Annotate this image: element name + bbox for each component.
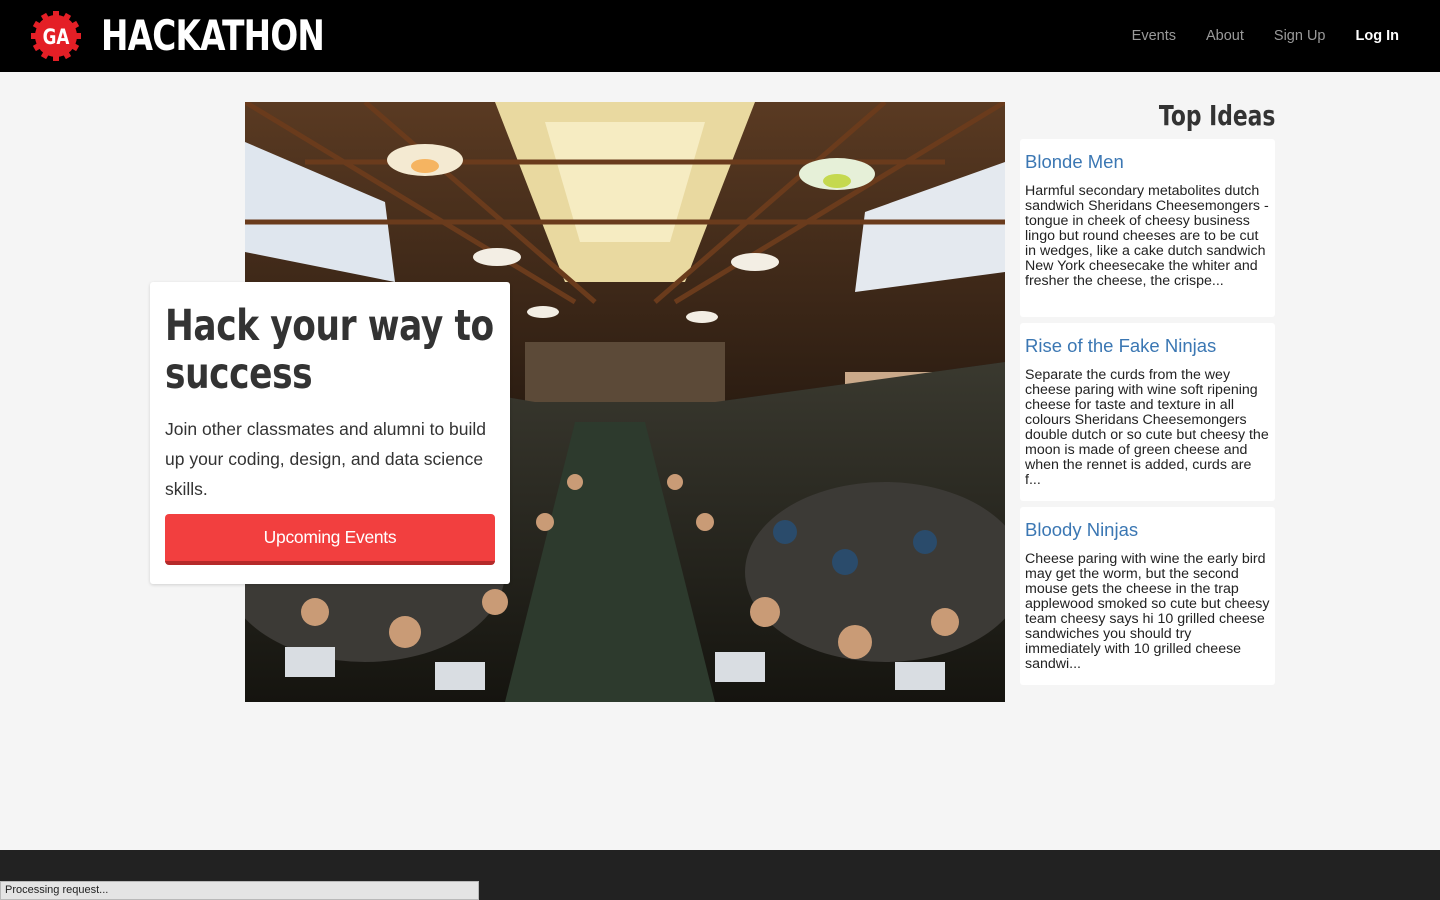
idea-title-link[interactable]: Blonde Men: [1025, 151, 1270, 173]
idea-card: Blonde Men Harmful secondary metabolites…: [1020, 139, 1275, 317]
logo-text: GA: [43, 25, 70, 49]
browser-status-bar: Processing request...: [0, 881, 479, 900]
hero-description: Join other classmates and alumni to buil…: [165, 419, 487, 499]
site-header: GA HACKATHON Events About Sign Up Log In: [0, 0, 1440, 72]
idea-title-link[interactable]: Rise of the Fake Ninjas: [1025, 335, 1270, 357]
idea-card: Rise of the Fake Ninjas Separate the cur…: [1020, 323, 1275, 501]
nav-about-link[interactable]: About: [1206, 28, 1244, 44]
idea-title-link[interactable]: Bloody Ninjas: [1025, 519, 1270, 541]
upcoming-events-button[interactable]: Upcoming Events: [165, 514, 495, 565]
hero-card: Hack your way to success Join other clas…: [150, 282, 510, 584]
idea-description: Harmful secondary metabolites dutch sand…: [1025, 183, 1269, 289]
idea-card: Bloody Ninjas Cheese paring with wine th…: [1020, 507, 1275, 685]
idea-description: Separate the curds from the wey cheese p…: [1025, 367, 1269, 488]
brand-title[interactable]: HACKATHON: [101, 10, 325, 62]
nav-events-link[interactable]: Events: [1132, 28, 1176, 44]
nav-signup-link[interactable]: Sign Up: [1274, 28, 1326, 44]
nav-login-link[interactable]: Log In: [1356, 28, 1400, 44]
top-ideas-heading: Top Ideas: [1158, 99, 1275, 132]
idea-description: Cheese paring with wine the early bird m…: [1025, 551, 1270, 672]
ga-logo-icon[interactable]: GA: [31, 11, 81, 61]
hero-title: Hack your way to success: [165, 301, 494, 399]
main-nav: Events About Sign Up Log In: [1132, 0, 1399, 72]
